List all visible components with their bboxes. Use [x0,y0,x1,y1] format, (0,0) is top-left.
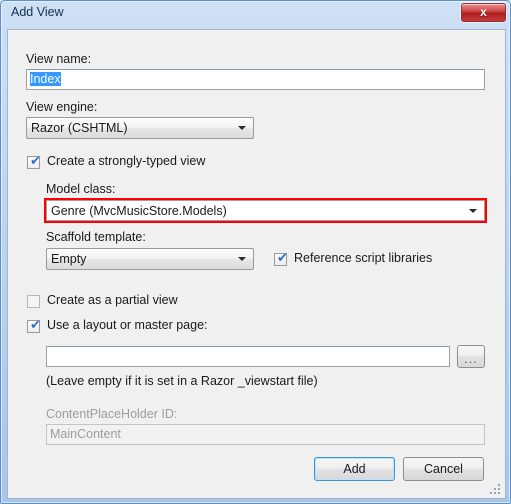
scaffold-template-select[interactable]: Empty [46,248,254,270]
strongly-typed-label: Create a strongly-typed view [47,154,206,168]
view-name-value: Index [30,72,61,86]
close-button[interactable]: x [461,3,506,22]
chevron-down-icon [238,126,246,130]
layout-path-input[interactable] [46,346,450,367]
checkbox-box: ✔ [274,251,288,266]
cancel-button[interactable]: Cancel [403,457,484,481]
view-engine-select[interactable]: Razor (CSHTML) [26,117,254,139]
view-engine-label: View engine: [26,100,98,114]
browse-layout-button[interactable]: ... [457,345,485,368]
layout-page-label: Use a layout or master page: [47,318,208,332]
window-title: Add View [11,5,64,19]
close-icon: x [480,5,487,19]
chevron-down-icon [238,257,246,261]
scaffold-template-label: Scaffold template: [46,230,146,244]
check-icon: ✔ [277,251,288,266]
view-name-label: View name: [26,52,92,66]
cancel-button-label: Cancel [424,462,463,476]
add-view-dialog-window: Add View x View name: Index View engine:… [0,0,511,504]
view-name-input[interactable]: Index [26,69,485,90]
scaffold-template-value: Empty [51,252,87,266]
checkbox-box: ✔ [27,154,41,169]
content-placeholder-label: ContentPlaceHolder ID: [46,407,178,421]
model-class-select[interactable]: Genre (MvcMusicStore.Models) [46,200,485,221]
checkbox-box [27,295,40,308]
dialog-client-area: View name: Index View engine: Razor (CSH… [7,29,506,499]
resize-grip[interactable] [490,484,502,496]
view-engine-value: Razor (CSHTML) [31,121,128,135]
browse-button-label: ... [464,351,478,366]
add-button[interactable]: Add [314,457,395,481]
check-icon: ✔ [30,154,41,169]
checkbox-box: ✔ [27,318,41,333]
title-bar[interactable]: Add View x [1,1,510,29]
model-class-label: Model class: [46,182,116,196]
content-placeholder-input: MainContent [46,424,485,445]
reference-scripts-label: Reference script libraries [294,251,433,265]
model-class-value: Genre (MvcMusicStore.Models) [51,204,227,218]
chevron-down-icon [469,208,477,213]
layout-hint-text: (Leave empty if it is set in a Razor _vi… [46,374,318,388]
partial-view-label: Create as a partial view [47,293,178,307]
add-button-label: Add [343,462,366,476]
check-icon: ✔ [30,318,41,333]
